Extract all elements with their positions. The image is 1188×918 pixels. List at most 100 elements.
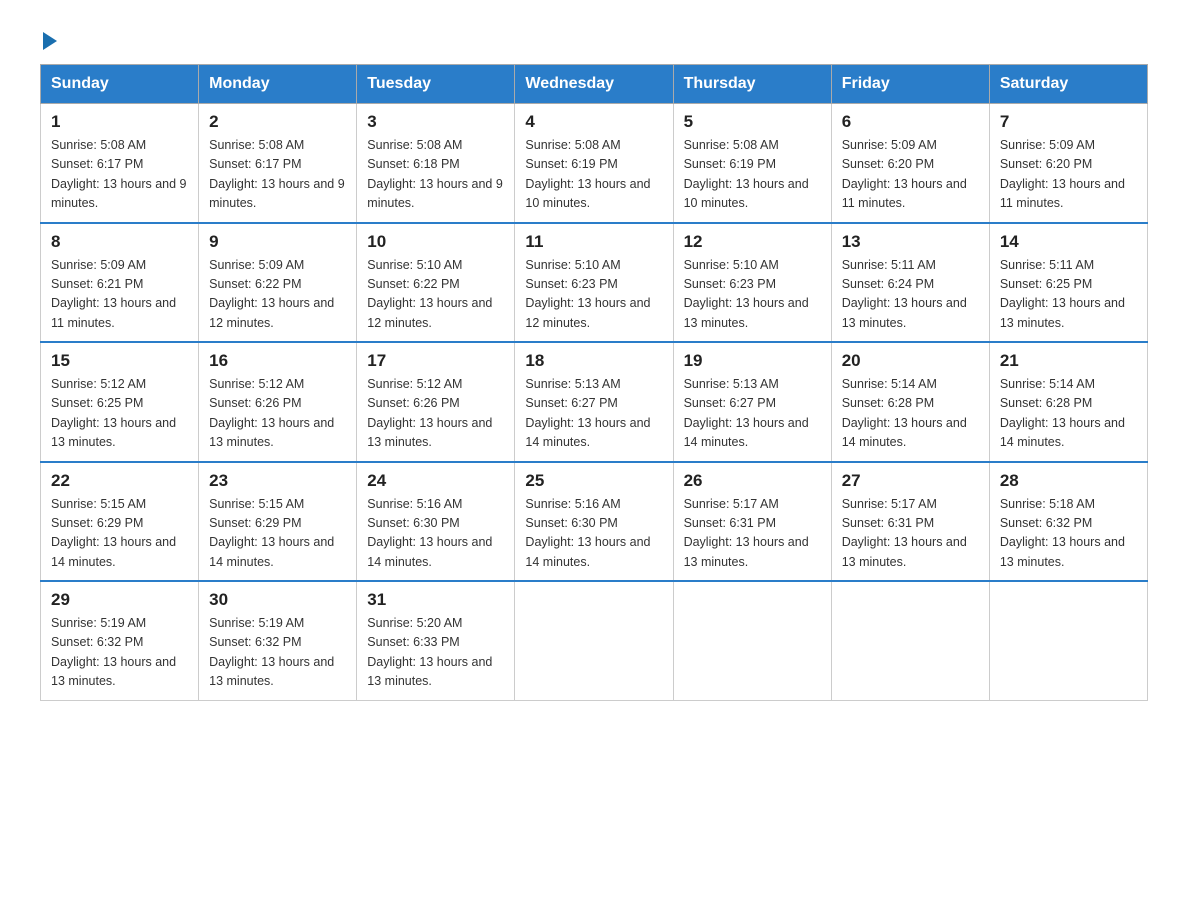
day-info: Sunrise: 5:19 AMSunset: 6:32 PMDaylight:… [209,616,334,688]
calendar-cell: 27 Sunrise: 5:17 AMSunset: 6:31 PMDaylig… [831,462,989,582]
page-header [40,30,1148,46]
day-number: 28 [1000,471,1137,491]
day-info: Sunrise: 5:17 AMSunset: 6:31 PMDaylight:… [842,497,967,569]
day-info: Sunrise: 5:13 AMSunset: 6:27 PMDaylight:… [525,377,650,449]
day-number: 31 [367,590,504,610]
day-number: 21 [1000,351,1137,371]
calendar-cell: 25 Sunrise: 5:16 AMSunset: 6:30 PMDaylig… [515,462,673,582]
calendar-cell: 26 Sunrise: 5:17 AMSunset: 6:31 PMDaylig… [673,462,831,582]
calendar-week-row: 8 Sunrise: 5:09 AMSunset: 6:21 PMDayligh… [41,223,1148,343]
calendar-cell: 28 Sunrise: 5:18 AMSunset: 6:32 PMDaylig… [989,462,1147,582]
day-info: Sunrise: 5:09 AMSunset: 6:21 PMDaylight:… [51,258,176,330]
day-number: 9 [209,232,346,252]
calendar-week-row: 1 Sunrise: 5:08 AMSunset: 6:17 PMDayligh… [41,104,1148,223]
day-info: Sunrise: 5:15 AMSunset: 6:29 PMDaylight:… [51,497,176,569]
day-info: Sunrise: 5:10 AMSunset: 6:23 PMDaylight:… [684,258,809,330]
day-number: 26 [684,471,821,491]
day-info: Sunrise: 5:10 AMSunset: 6:23 PMDaylight:… [525,258,650,330]
calendar-cell: 17 Sunrise: 5:12 AMSunset: 6:26 PMDaylig… [357,342,515,462]
day-info: Sunrise: 5:11 AMSunset: 6:25 PMDaylight:… [1000,258,1125,330]
day-number: 10 [367,232,504,252]
day-info: Sunrise: 5:18 AMSunset: 6:32 PMDaylight:… [1000,497,1125,569]
day-of-week-header: Saturday [989,65,1147,104]
day-number: 5 [684,112,821,132]
calendar-cell [831,581,989,700]
day-info: Sunrise: 5:14 AMSunset: 6:28 PMDaylight:… [1000,377,1125,449]
day-number: 12 [684,232,821,252]
calendar-cell: 10 Sunrise: 5:10 AMSunset: 6:22 PMDaylig… [357,223,515,343]
day-of-week-header: Monday [199,65,357,104]
calendar-cell: 1 Sunrise: 5:08 AMSunset: 6:17 PMDayligh… [41,104,199,223]
day-info: Sunrise: 5:14 AMSunset: 6:28 PMDaylight:… [842,377,967,449]
calendar-cell: 21 Sunrise: 5:14 AMSunset: 6:28 PMDaylig… [989,342,1147,462]
day-info: Sunrise: 5:19 AMSunset: 6:32 PMDaylight:… [51,616,176,688]
day-info: Sunrise: 5:12 AMSunset: 6:26 PMDaylight:… [209,377,334,449]
calendar-cell: 4 Sunrise: 5:08 AMSunset: 6:19 PMDayligh… [515,104,673,223]
day-number: 16 [209,351,346,371]
day-of-week-header: Wednesday [515,65,673,104]
day-number: 3 [367,112,504,132]
day-number: 24 [367,471,504,491]
calendar-cell: 3 Sunrise: 5:08 AMSunset: 6:18 PMDayligh… [357,104,515,223]
calendar-cell: 9 Sunrise: 5:09 AMSunset: 6:22 PMDayligh… [199,223,357,343]
day-info: Sunrise: 5:12 AMSunset: 6:25 PMDaylight:… [51,377,176,449]
calendar-header-row: SundayMondayTuesdayWednesdayThursdayFrid… [41,65,1148,104]
day-number: 19 [684,351,821,371]
day-number: 2 [209,112,346,132]
calendar-cell: 11 Sunrise: 5:10 AMSunset: 6:23 PMDaylig… [515,223,673,343]
calendar-cell: 14 Sunrise: 5:11 AMSunset: 6:25 PMDaylig… [989,223,1147,343]
calendar-week-row: 15 Sunrise: 5:12 AMSunset: 6:25 PMDaylig… [41,342,1148,462]
calendar-cell: 8 Sunrise: 5:09 AMSunset: 6:21 PMDayligh… [41,223,199,343]
day-info: Sunrise: 5:08 AMSunset: 6:18 PMDaylight:… [367,138,503,210]
day-info: Sunrise: 5:20 AMSunset: 6:33 PMDaylight:… [367,616,492,688]
calendar-cell: 12 Sunrise: 5:10 AMSunset: 6:23 PMDaylig… [673,223,831,343]
day-info: Sunrise: 5:08 AMSunset: 6:19 PMDaylight:… [525,138,650,210]
calendar-cell: 30 Sunrise: 5:19 AMSunset: 6:32 PMDaylig… [199,581,357,700]
calendar-cell: 29 Sunrise: 5:19 AMSunset: 6:32 PMDaylig… [41,581,199,700]
day-of-week-header: Sunday [41,65,199,104]
calendar-week-row: 22 Sunrise: 5:15 AMSunset: 6:29 PMDaylig… [41,462,1148,582]
day-number: 29 [51,590,188,610]
day-number: 23 [209,471,346,491]
day-number: 6 [842,112,979,132]
calendar-cell: 6 Sunrise: 5:09 AMSunset: 6:20 PMDayligh… [831,104,989,223]
day-of-week-header: Tuesday [357,65,515,104]
calendar-cell: 24 Sunrise: 5:16 AMSunset: 6:30 PMDaylig… [357,462,515,582]
day-number: 14 [1000,232,1137,252]
calendar-cell: 7 Sunrise: 5:09 AMSunset: 6:20 PMDayligh… [989,104,1147,223]
calendar-cell: 18 Sunrise: 5:13 AMSunset: 6:27 PMDaylig… [515,342,673,462]
day-info: Sunrise: 5:16 AMSunset: 6:30 PMDaylight:… [525,497,650,569]
logo [40,30,57,46]
calendar-cell: 19 Sunrise: 5:13 AMSunset: 6:27 PMDaylig… [673,342,831,462]
calendar-cell: 20 Sunrise: 5:14 AMSunset: 6:28 PMDaylig… [831,342,989,462]
day-number: 15 [51,351,188,371]
calendar-cell: 31 Sunrise: 5:20 AMSunset: 6:33 PMDaylig… [357,581,515,700]
day-of-week-header: Friday [831,65,989,104]
day-info: Sunrise: 5:08 AMSunset: 6:17 PMDaylight:… [51,138,187,210]
day-info: Sunrise: 5:17 AMSunset: 6:31 PMDaylight:… [684,497,809,569]
logo-arrow-icon [43,32,57,50]
logo-icon [40,30,57,46]
calendar-cell [989,581,1147,700]
day-number: 18 [525,351,662,371]
day-info: Sunrise: 5:15 AMSunset: 6:29 PMDaylight:… [209,497,334,569]
day-number: 13 [842,232,979,252]
calendar-cell: 16 Sunrise: 5:12 AMSunset: 6:26 PMDaylig… [199,342,357,462]
calendar-cell: 13 Sunrise: 5:11 AMSunset: 6:24 PMDaylig… [831,223,989,343]
day-number: 17 [367,351,504,371]
calendar-cell: 23 Sunrise: 5:15 AMSunset: 6:29 PMDaylig… [199,462,357,582]
day-number: 27 [842,471,979,491]
calendar-cell: 5 Sunrise: 5:08 AMSunset: 6:19 PMDayligh… [673,104,831,223]
day-info: Sunrise: 5:08 AMSunset: 6:19 PMDaylight:… [684,138,809,210]
day-number: 25 [525,471,662,491]
day-number: 30 [209,590,346,610]
day-number: 8 [51,232,188,252]
day-info: Sunrise: 5:09 AMSunset: 6:20 PMDaylight:… [842,138,967,210]
calendar-table: SundayMondayTuesdayWednesdayThursdayFrid… [40,64,1148,701]
day-info: Sunrise: 5:08 AMSunset: 6:17 PMDaylight:… [209,138,345,210]
day-number: 11 [525,232,662,252]
calendar-cell [515,581,673,700]
day-number: 4 [525,112,662,132]
calendar-cell: 22 Sunrise: 5:15 AMSunset: 6:29 PMDaylig… [41,462,199,582]
day-info: Sunrise: 5:16 AMSunset: 6:30 PMDaylight:… [367,497,492,569]
